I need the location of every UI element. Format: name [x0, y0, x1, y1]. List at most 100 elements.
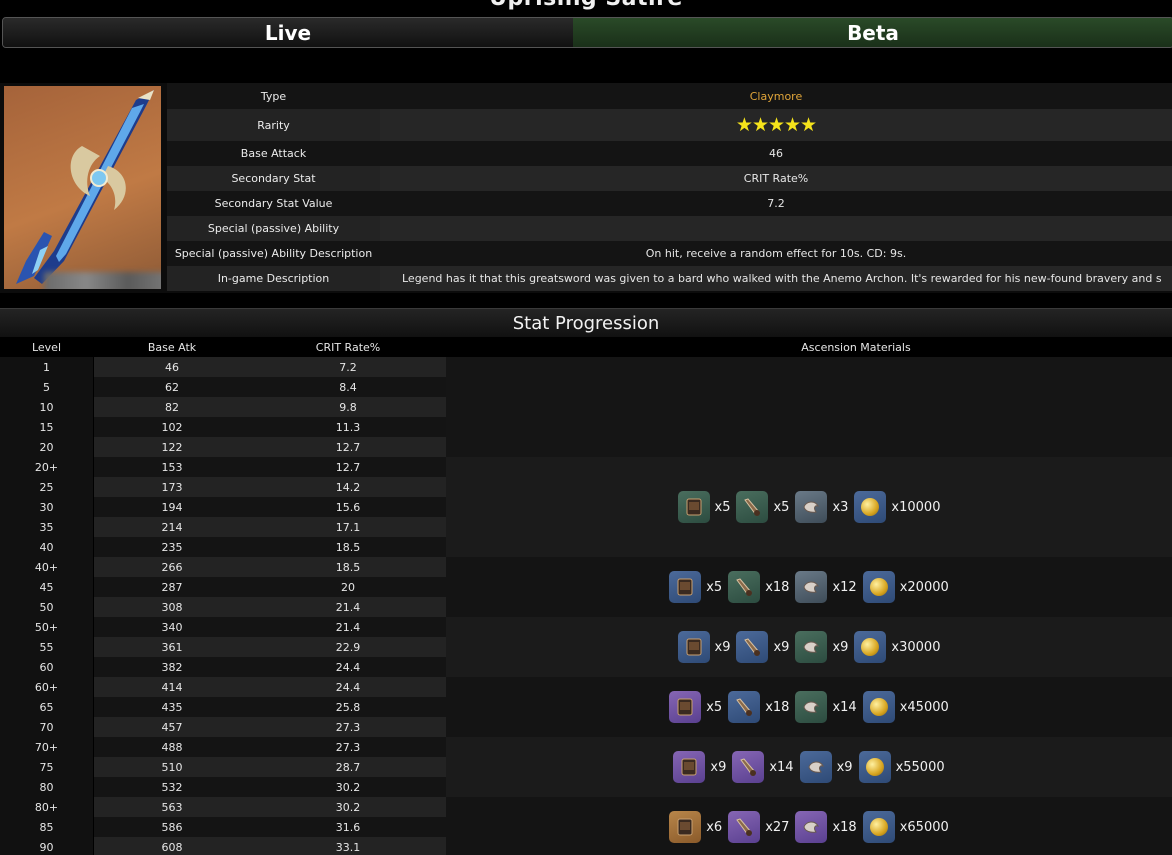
mora-coin-icon[interactable] — [862, 811, 895, 843]
material-item[interactable]: x9 — [677, 631, 730, 663]
table-row: 20 122 12.7 — [0, 437, 446, 457]
weapon-type-link[interactable]: Claymore — [380, 83, 1172, 109]
base-atk-cell: 382 — [94, 657, 250, 677]
mora-coin-icon[interactable] — [854, 631, 887, 663]
base-atk-cell: 532 — [94, 777, 250, 797]
material-item[interactable]: x20000 — [862, 571, 949, 603]
info-row-secondary-stat-value: Secondary Stat Value 7.2 — [167, 191, 1172, 216]
material-item[interactable]: x18 — [795, 811, 857, 843]
material-item[interactable]: x45000 — [862, 691, 949, 723]
material-item[interactable]: x9 — [795, 631, 848, 663]
horn-icon[interactable] — [736, 491, 769, 523]
info-row-passive-desc: Special (passive) Ability Description On… — [167, 241, 1172, 266]
table-row: 70+ 488 27.3 — [0, 737, 446, 757]
claw-icon[interactable] — [795, 491, 828, 523]
mora-coin-icon[interactable] — [858, 751, 891, 783]
base-atk-cell: 510 — [94, 757, 250, 777]
material-item[interactable]: x9 — [736, 631, 789, 663]
horn-icon[interactable] — [728, 571, 761, 603]
horn-icon[interactable] — [732, 751, 765, 783]
version-tabs: Live Beta — [2, 17, 1172, 48]
weapon-info: Type Claymore Rarity ★★★★★ Base Attack 4… — [0, 83, 1172, 293]
material-item[interactable]: x3 — [795, 491, 848, 523]
mora-coin-icon[interactable] — [854, 491, 887, 523]
material-item[interactable]: x10000 — [854, 491, 940, 523]
materials-empty — [446, 357, 1172, 457]
level-cell: 25 — [0, 477, 93, 497]
table-row: 40 235 18.5 — [0, 537, 446, 557]
crit-rate-cell: 31.6 — [250, 817, 446, 837]
horn-icon[interactable] — [736, 631, 769, 663]
tab-beta[interactable]: Beta — [573, 18, 1172, 47]
crit-rate-cell: 22.9 — [250, 637, 446, 657]
material-item[interactable]: x55000 — [858, 751, 945, 783]
material-count: x14 — [832, 699, 857, 715]
page-title: Uprising Satire — [0, 0, 1172, 12]
table-row: 50+ 340 21.4 — [0, 617, 446, 637]
ascension-materials-6: x6 x27 x18 x65000 — [446, 797, 1172, 855]
horn-icon[interactable] — [728, 691, 761, 723]
tab-live[interactable]: Live — [3, 18, 573, 47]
material-item[interactable]: x65000 — [862, 811, 949, 843]
level-cell: 85 — [0, 817, 93, 837]
claw-icon[interactable] — [795, 691, 828, 723]
table-row: 65 435 25.8 — [0, 697, 446, 717]
material-item[interactable]: x18 — [728, 691, 789, 723]
material-count: x9 — [710, 759, 727, 775]
material-item[interactable]: x9 — [799, 751, 853, 783]
ascension-materials-4: x5 x18 x14 x45000 — [446, 677, 1172, 737]
horn-icon[interactable] — [728, 811, 761, 843]
material-count: x45000 — [899, 699, 949, 715]
claw-icon[interactable] — [799, 751, 832, 783]
mora-coin-icon[interactable] — [862, 571, 895, 603]
material-item[interactable]: x6 — [669, 811, 722, 843]
material-count: x18 — [765, 579, 790, 595]
base-atk-cell: 457 — [94, 717, 250, 737]
crit-rate-cell: 24.4 — [250, 657, 446, 677]
table-row: 45 287 20 — [0, 577, 446, 597]
level-cell: 60 — [0, 657, 93, 677]
table-row: 15 102 11.3 — [0, 417, 446, 437]
scroll-icon[interactable] — [677, 491, 710, 523]
scroll-icon[interactable] — [669, 811, 702, 843]
material-item[interactable]: x18 — [728, 571, 789, 603]
material-count: x10000 — [891, 499, 941, 515]
crit-rate-cell: 9.8 — [250, 397, 446, 417]
material-count: x20000 — [899, 579, 949, 595]
material-count: x3 — [832, 499, 849, 515]
material-count: x18 — [832, 819, 857, 835]
material-count: x14 — [769, 759, 794, 775]
material-count: x9 — [773, 639, 790, 655]
level-cell: 5 — [0, 377, 93, 397]
stat-progression-table: Level Base Atk CRIT Rate% Ascension Mate… — [0, 337, 1172, 855]
material-item[interactable]: x27 — [728, 811, 789, 843]
crit-rate-cell: 8.4 — [250, 377, 446, 397]
col-header-level: Level — [31, 340, 62, 354]
claw-icon[interactable] — [795, 631, 828, 663]
material-item[interactable]: x30000 — [854, 631, 940, 663]
claw-icon[interactable] — [795, 811, 828, 843]
level-cell: 10 — [0, 397, 93, 417]
material-item[interactable]: x9 — [673, 751, 726, 783]
info-key: Secondary Stat Value — [167, 191, 380, 216]
base-atk-cell: 173 — [94, 477, 250, 497]
info-key: Type — [167, 83, 380, 109]
scroll-icon[interactable] — [669, 571, 702, 603]
material-item[interactable]: x5 — [677, 491, 730, 523]
table-row: 30 194 15.6 — [0, 497, 446, 517]
material-item[interactable]: x12 — [795, 571, 857, 603]
material-item[interactable]: x14 — [795, 691, 857, 723]
level-cell: 60+ — [0, 677, 93, 697]
material-item[interactable]: x5 — [669, 691, 722, 723]
claw-icon[interactable] — [795, 571, 828, 603]
scroll-icon[interactable] — [677, 631, 710, 663]
base-atk-cell: 340 — [94, 617, 250, 637]
level-cell: 50 — [0, 597, 93, 617]
material-item[interactable]: x14 — [732, 751, 794, 783]
mora-coin-icon[interactable] — [862, 691, 895, 723]
base-atk-cell: 361 — [94, 637, 250, 657]
scroll-icon[interactable] — [669, 691, 702, 723]
scroll-icon[interactable] — [673, 751, 706, 783]
material-item[interactable]: x5 — [669, 571, 722, 603]
material-item[interactable]: x5 — [736, 491, 789, 523]
